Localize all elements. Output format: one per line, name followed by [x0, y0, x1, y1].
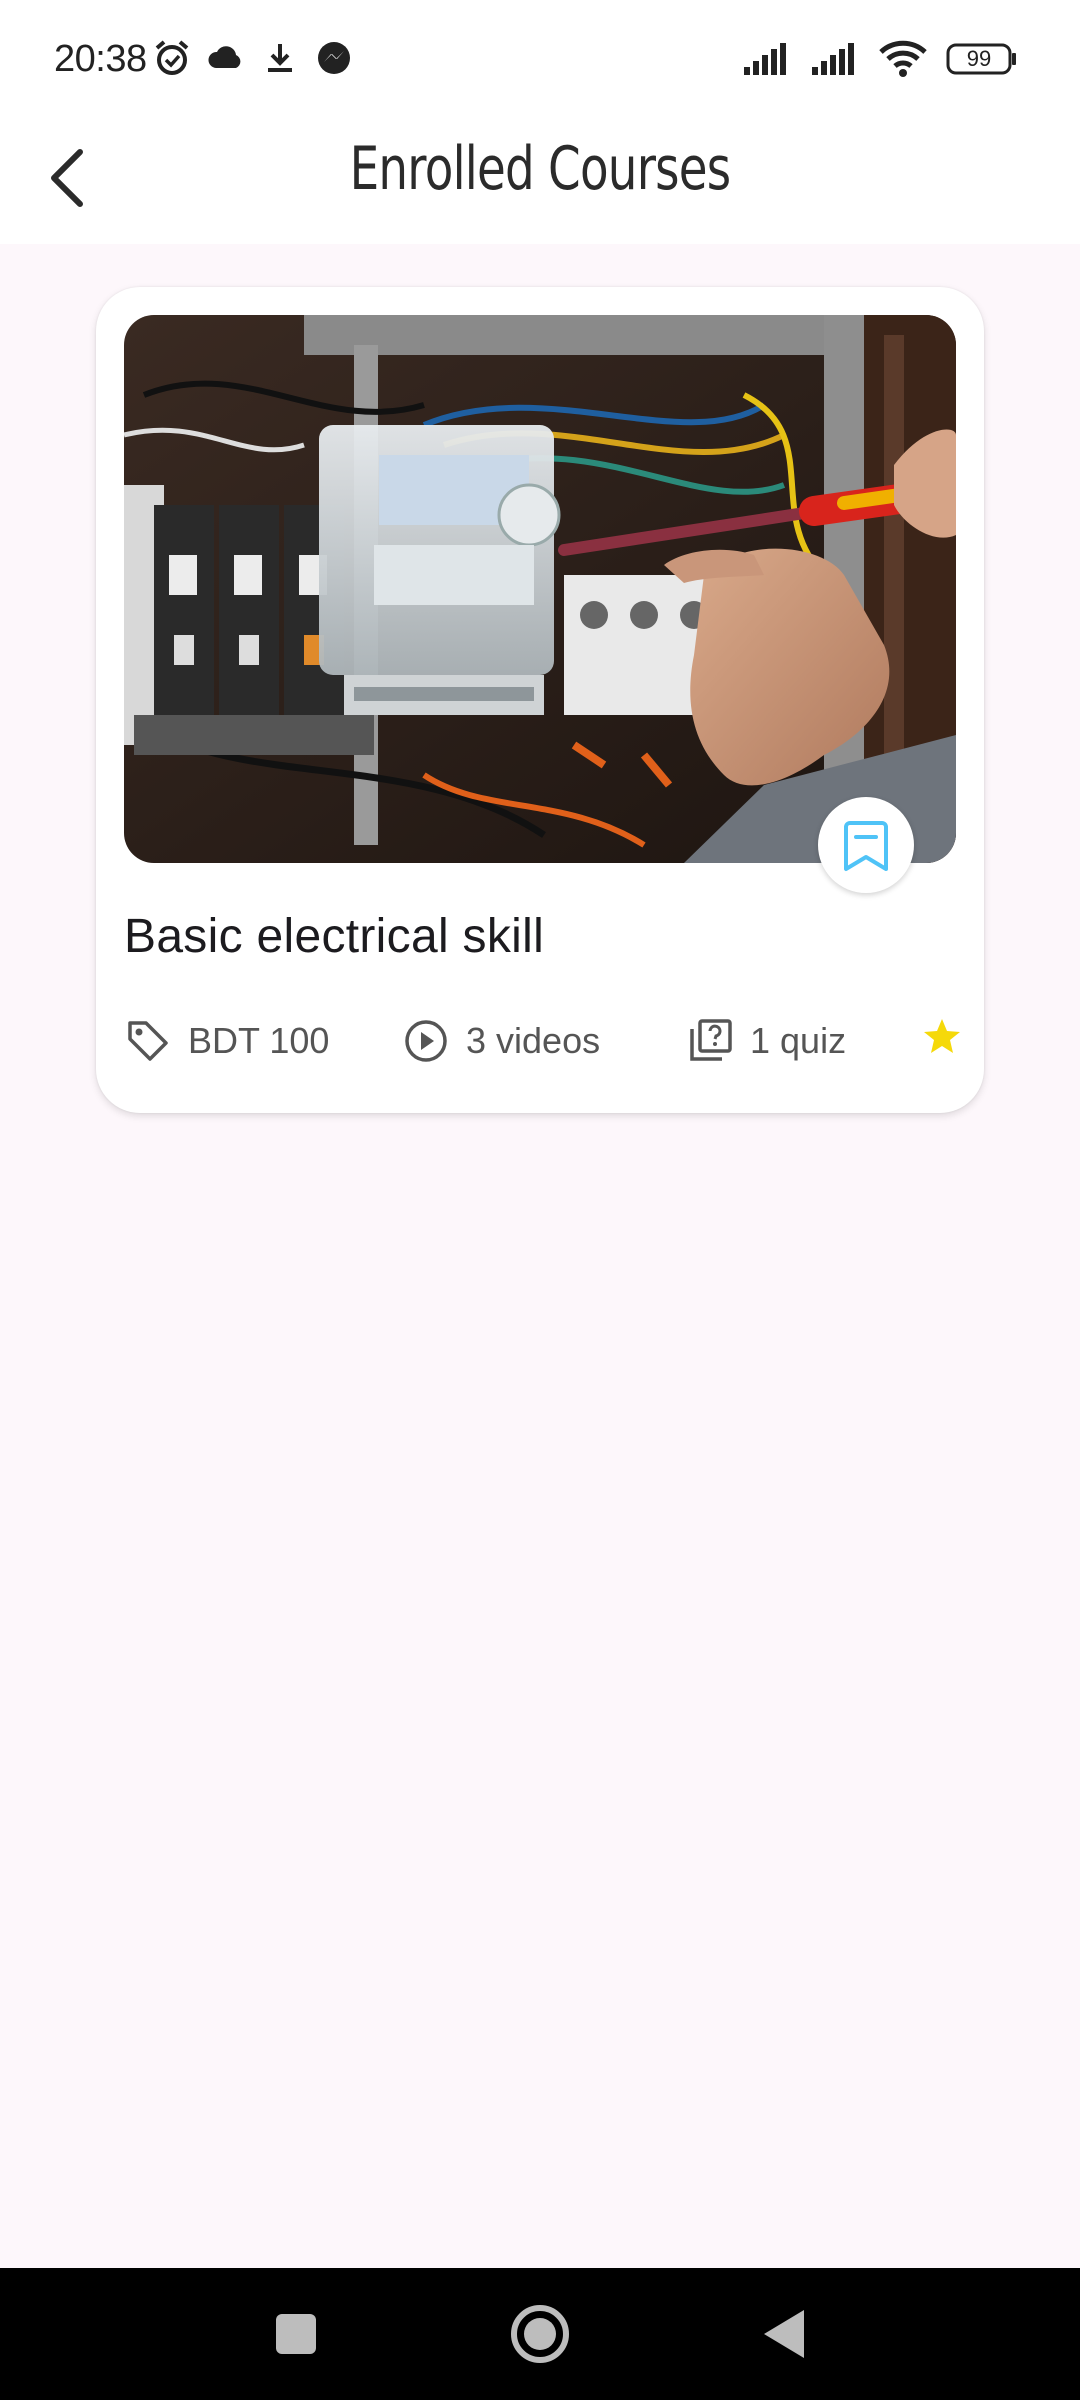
recents-button[interactable]: [260, 2298, 332, 2370]
course-card[interactable]: Basic electrical skill BDT 100 3 videos: [96, 287, 984, 1113]
back-arrow-icon: [51, 149, 83, 207]
videos-info: 3 videos: [402, 1017, 600, 1065]
battery-level: 99: [966, 46, 992, 71]
home-button[interactable]: [504, 2298, 576, 2370]
quiz-info: 1 quiz: [686, 1017, 846, 1065]
quiz-text: 1 quiz: [750, 1020, 847, 1061]
signal-icon: [810, 41, 860, 77]
triangle-back-icon: [764, 2310, 804, 2358]
course-title: Basic electrical skill: [124, 910, 545, 963]
download-icon: [260, 38, 300, 78]
price-text: BDT 100: [188, 1020, 330, 1061]
cloud-icon: [206, 38, 246, 78]
alarm-icon: [152, 38, 192, 78]
status-time: 20:38: [54, 38, 147, 80]
circle-icon: [511, 2305, 569, 2363]
page-title: Enrolled Courses: [349, 134, 732, 204]
signal-icon: [742, 41, 792, 77]
status-bar: 20:38 99: [0, 0, 1080, 120]
status-system-icons: 99: [742, 40, 1018, 78]
square-icon: [276, 2314, 316, 2354]
electrical-panel-photo: [124, 315, 956, 863]
star-icon: [924, 1019, 960, 1053]
messenger-icon: [314, 38, 354, 78]
back-button[interactable]: [748, 2298, 820, 2370]
course-meta: BDT 100 3 videos 1 quiz: [124, 1017, 984, 1077]
rating-info: [924, 1017, 960, 1057]
battery-icon: 99: [946, 42, 1018, 76]
app-bar: Enrolled Courses: [0, 120, 1080, 244]
status-notification-icons: [152, 38, 354, 78]
quiz-icon: [690, 1019, 732, 1061]
back-button[interactable]: [26, 136, 110, 220]
bookmark-icon: [844, 821, 888, 871]
price-tag-icon: [128, 1021, 168, 1061]
bookmark-button[interactable]: [818, 797, 914, 893]
play-circle-icon: [405, 1020, 447, 1062]
price-info: BDT 100: [124, 1017, 329, 1065]
wifi-icon: [878, 40, 928, 78]
course-image: [124, 315, 956, 863]
system-nav-bar: [0, 2268, 1080, 2400]
videos-text: 3 videos: [466, 1020, 601, 1061]
